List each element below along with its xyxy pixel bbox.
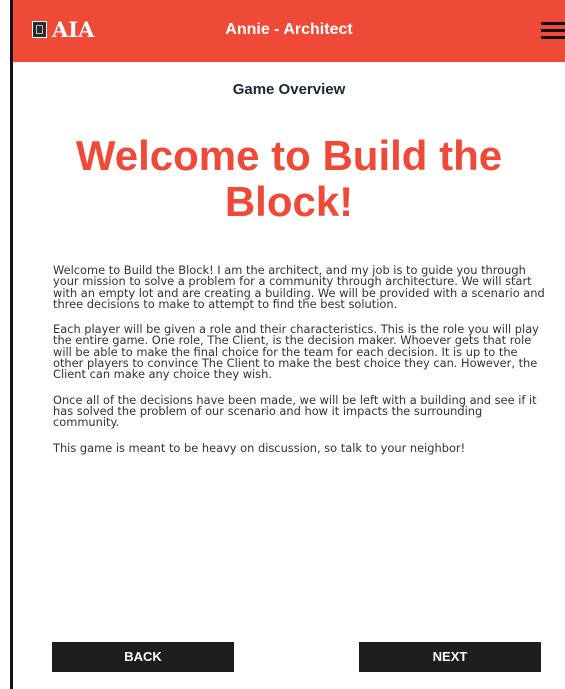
overview-paragraph: This game is meant to be heavy on discus… (53, 440, 466, 455)
header-bar: AIA Annie - Architect (13, 0, 565, 62)
page-subtitle: Game Overview (232, 81, 346, 98)
next-button[interactable]: NEXT (359, 642, 541, 672)
header-title: Annie - Architect (225, 21, 353, 38)
app-frame: AIA Annie - Architect Game Overview Welc… (10, 0, 565, 689)
page-headline: Welcome to Build the Block! (75, 132, 503, 225)
overview-paragraph: Welcome to Build the Block! I am the arc… (53, 263, 545, 311)
overview-paragraph: Once all of the decisions have been made… (53, 392, 537, 430)
overview-text: Welcome to Build the Block! I am the arc… (53, 263, 547, 468)
back-button[interactable]: BACK (52, 642, 234, 672)
overview-paragraph: Each player will be given a role and the… (53, 322, 539, 382)
hamburger-menu-icon[interactable] (541, 22, 565, 40)
